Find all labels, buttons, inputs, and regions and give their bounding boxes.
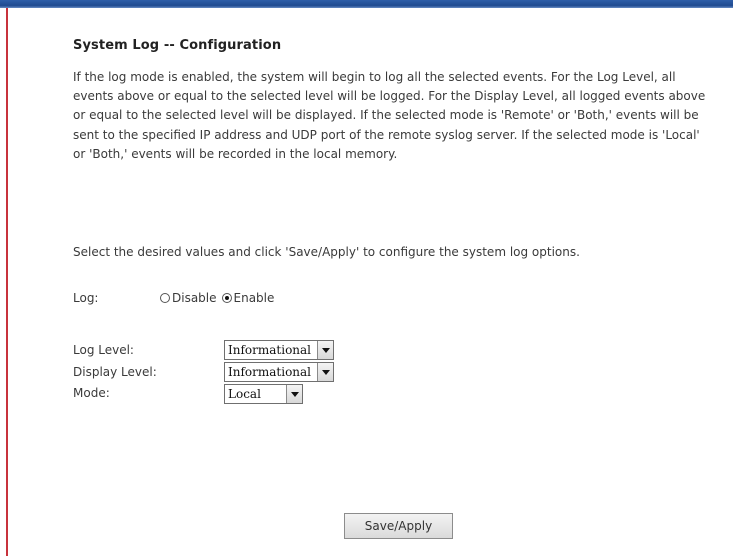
display-level-select[interactable]: Informational bbox=[224, 362, 334, 382]
log-disable-label: Disable bbox=[172, 291, 217, 305]
mode-value: Local bbox=[228, 387, 261, 401]
chevron-down-icon[interactable] bbox=[286, 385, 302, 403]
chevron-down-icon[interactable] bbox=[317, 363, 333, 381]
log-level-select[interactable]: Informational bbox=[224, 340, 334, 360]
log-level-value: Informational bbox=[228, 343, 312, 357]
page-title: System Log -- Configuration bbox=[73, 38, 282, 53]
display-level-label: Display Level: bbox=[73, 365, 157, 379]
header-bar bbox=[0, 0, 733, 8]
log-label: Log: bbox=[73, 291, 99, 305]
log-enable-label: Enable bbox=[233, 291, 275, 305]
page-description: If the log mode is enabled, the system w… bbox=[73, 70, 706, 161]
log-enable-radio[interactable] bbox=[221, 293, 232, 303]
display-level-value: Informational bbox=[228, 365, 312, 379]
left-border bbox=[6, 8, 8, 556]
save-apply-button[interactable]: Save/Apply bbox=[344, 513, 453, 539]
log-level-label: Log Level: bbox=[73, 343, 134, 357]
log-disable-radio[interactable] bbox=[160, 293, 170, 303]
mode-select[interactable]: Local bbox=[224, 384, 303, 404]
mode-label: Mode: bbox=[73, 386, 110, 400]
instruction-text: Select the desired values and click 'Sav… bbox=[73, 245, 580, 259]
log-radio-group: Disable Enable bbox=[160, 291, 279, 305]
chevron-down-icon[interactable] bbox=[317, 341, 333, 359]
